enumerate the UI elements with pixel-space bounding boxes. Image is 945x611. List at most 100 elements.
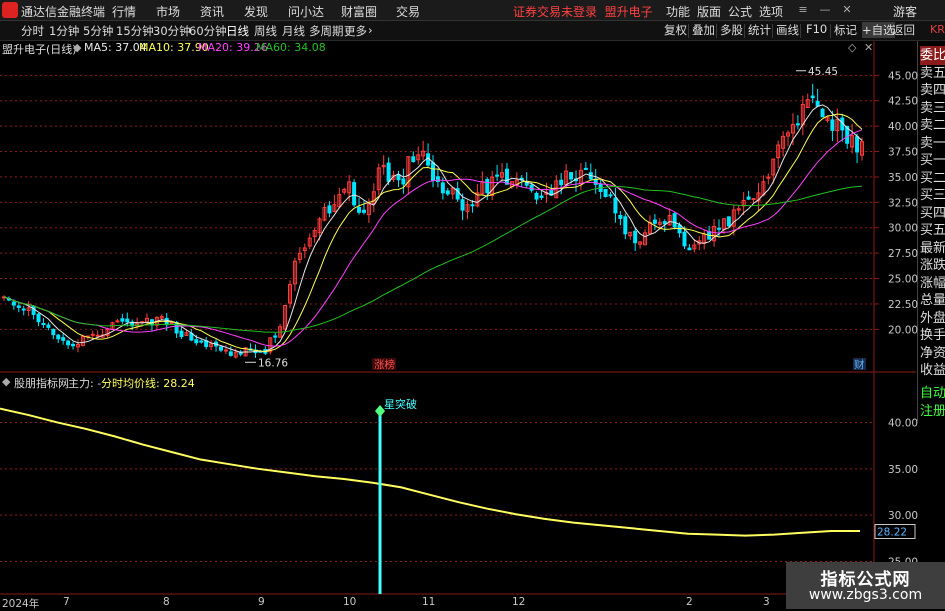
- candle-body: [751, 198, 756, 201]
- candle-body: [746, 196, 751, 200]
- candle-body: [795, 123, 800, 126]
- price-tick-label: 22.50: [888, 299, 918, 311]
- candle-body: [608, 194, 613, 197]
- candle-body: [717, 227, 721, 230]
- candle-body: [194, 339, 199, 344]
- candle-body: [16, 305, 21, 308]
- indicator-tick-label: 30.00: [888, 510, 918, 522]
- candle-body: [199, 340, 204, 343]
- candle-body: [327, 205, 332, 214]
- candle-body: [46, 324, 51, 328]
- price-tick-label: 27.50: [888, 248, 918, 260]
- high-label: 45.45: [808, 66, 838, 78]
- candle-body: [445, 190, 450, 195]
- candle-body: [273, 335, 278, 338]
- candle-body: [662, 221, 667, 225]
- candle-body: [830, 119, 835, 131]
- watermark-url: www.zbgs3.com: [808, 587, 923, 603]
- candle-body: [218, 346, 223, 351]
- candle-body: [36, 313, 41, 323]
- candle-body: [470, 204, 475, 207]
- chart-canvas[interactable]: 45.00 42.50 40.00 37.50 35.00 32.50 30.00 27.50…: [0, 0, 945, 609]
- date-axis: 2024年 7 8 9 10 11 12 2 3: [0, 596, 880, 610]
- price-tick-label: 37.50: [888, 147, 918, 159]
- candle-body: [815, 100, 820, 107]
- candle-body: [71, 343, 76, 347]
- candle-body: [495, 174, 500, 177]
- date-label: 7: [63, 596, 70, 608]
- price-tick-label: 25.00: [888, 274, 918, 286]
- candle-body: [534, 192, 539, 200]
- candle-body: [652, 219, 657, 224]
- candle-body: [672, 213, 677, 228]
- candle-body: [66, 340, 71, 346]
- date-label: 2: [686, 596, 693, 608]
- candle-body: [726, 216, 731, 227]
- date-label: 3: [763, 596, 770, 608]
- candle-body: [431, 162, 435, 181]
- candle-body: [90, 333, 95, 336]
- candle-body: [120, 318, 125, 322]
- candle-body: [633, 230, 638, 244]
- candle-body: [559, 179, 564, 186]
- candle-body: [352, 182, 357, 206]
- candle-body: [56, 334, 61, 340]
- candle-body: [11, 301, 16, 306]
- candle-body: [95, 334, 100, 337]
- candle-body: [583, 167, 588, 170]
- date-label: 8: [163, 596, 170, 608]
- candle-body: [179, 330, 184, 338]
- price-tick-label: 40.00: [888, 121, 918, 133]
- site-watermark: 指标公式网 www.zbgs3.com: [786, 562, 945, 609]
- date-label: 12: [512, 596, 526, 608]
- candle-body: [228, 351, 233, 356]
- candle-body: [440, 182, 445, 194]
- candle-body: [613, 197, 618, 214]
- candle-body: [223, 349, 228, 352]
- price-tick-label: 32.50: [888, 197, 918, 209]
- indicator-tick-label: 35.00: [888, 464, 918, 476]
- candle-body: [485, 178, 490, 194]
- candle-body: [539, 195, 544, 198]
- candle-body: [435, 176, 440, 182]
- candle-body: [411, 156, 416, 162]
- candle-body: [504, 168, 509, 185]
- price-tick-label: 45.00: [888, 70, 918, 82]
- candle-body: [169, 322, 174, 325]
- candle-body: [51, 328, 56, 336]
- price-tick-label: 35.00: [888, 172, 918, 184]
- date-label: 10: [343, 596, 357, 608]
- candle-body: [357, 207, 362, 213]
- signal-label: 星突破: [384, 397, 417, 411]
- current-value-label: 28.22: [877, 527, 907, 539]
- candle-body: [618, 214, 623, 219]
- candle-body: [401, 178, 406, 185]
- candle-body: [603, 188, 608, 198]
- price-tick-label: 20.00: [888, 324, 918, 336]
- price-tick-label: 42.50: [888, 96, 918, 108]
- candle-body: [682, 231, 687, 247]
- candle-body: [820, 108, 825, 118]
- candle-body: [569, 172, 574, 180]
- candle-body: [386, 162, 391, 182]
- price-tick-label: 30.00: [888, 223, 918, 235]
- indicator-tick-label: 40.00: [888, 417, 918, 429]
- candle-body: [125, 318, 130, 323]
- candle-body: [41, 322, 46, 325]
- low-label: 16.76: [258, 357, 288, 369]
- date-label: 11: [422, 596, 436, 608]
- date-label: 9: [258, 596, 265, 608]
- candle-body: [855, 136, 860, 153]
- candle-body: [61, 337, 66, 341]
- candle-body: [396, 174, 401, 181]
- candle-body: [21, 308, 26, 311]
- finance-tag: 财: [854, 358, 865, 371]
- candle-body: [115, 320, 120, 323]
- candle-body: [31, 305, 36, 315]
- candle-body: [623, 216, 628, 235]
- candle-body: [460, 199, 465, 211]
- candle-body: [810, 95, 815, 99]
- candle-body: [529, 184, 534, 191]
- candle-body: [687, 247, 692, 251]
- limit-up-tag: 涨榜: [374, 358, 395, 371]
